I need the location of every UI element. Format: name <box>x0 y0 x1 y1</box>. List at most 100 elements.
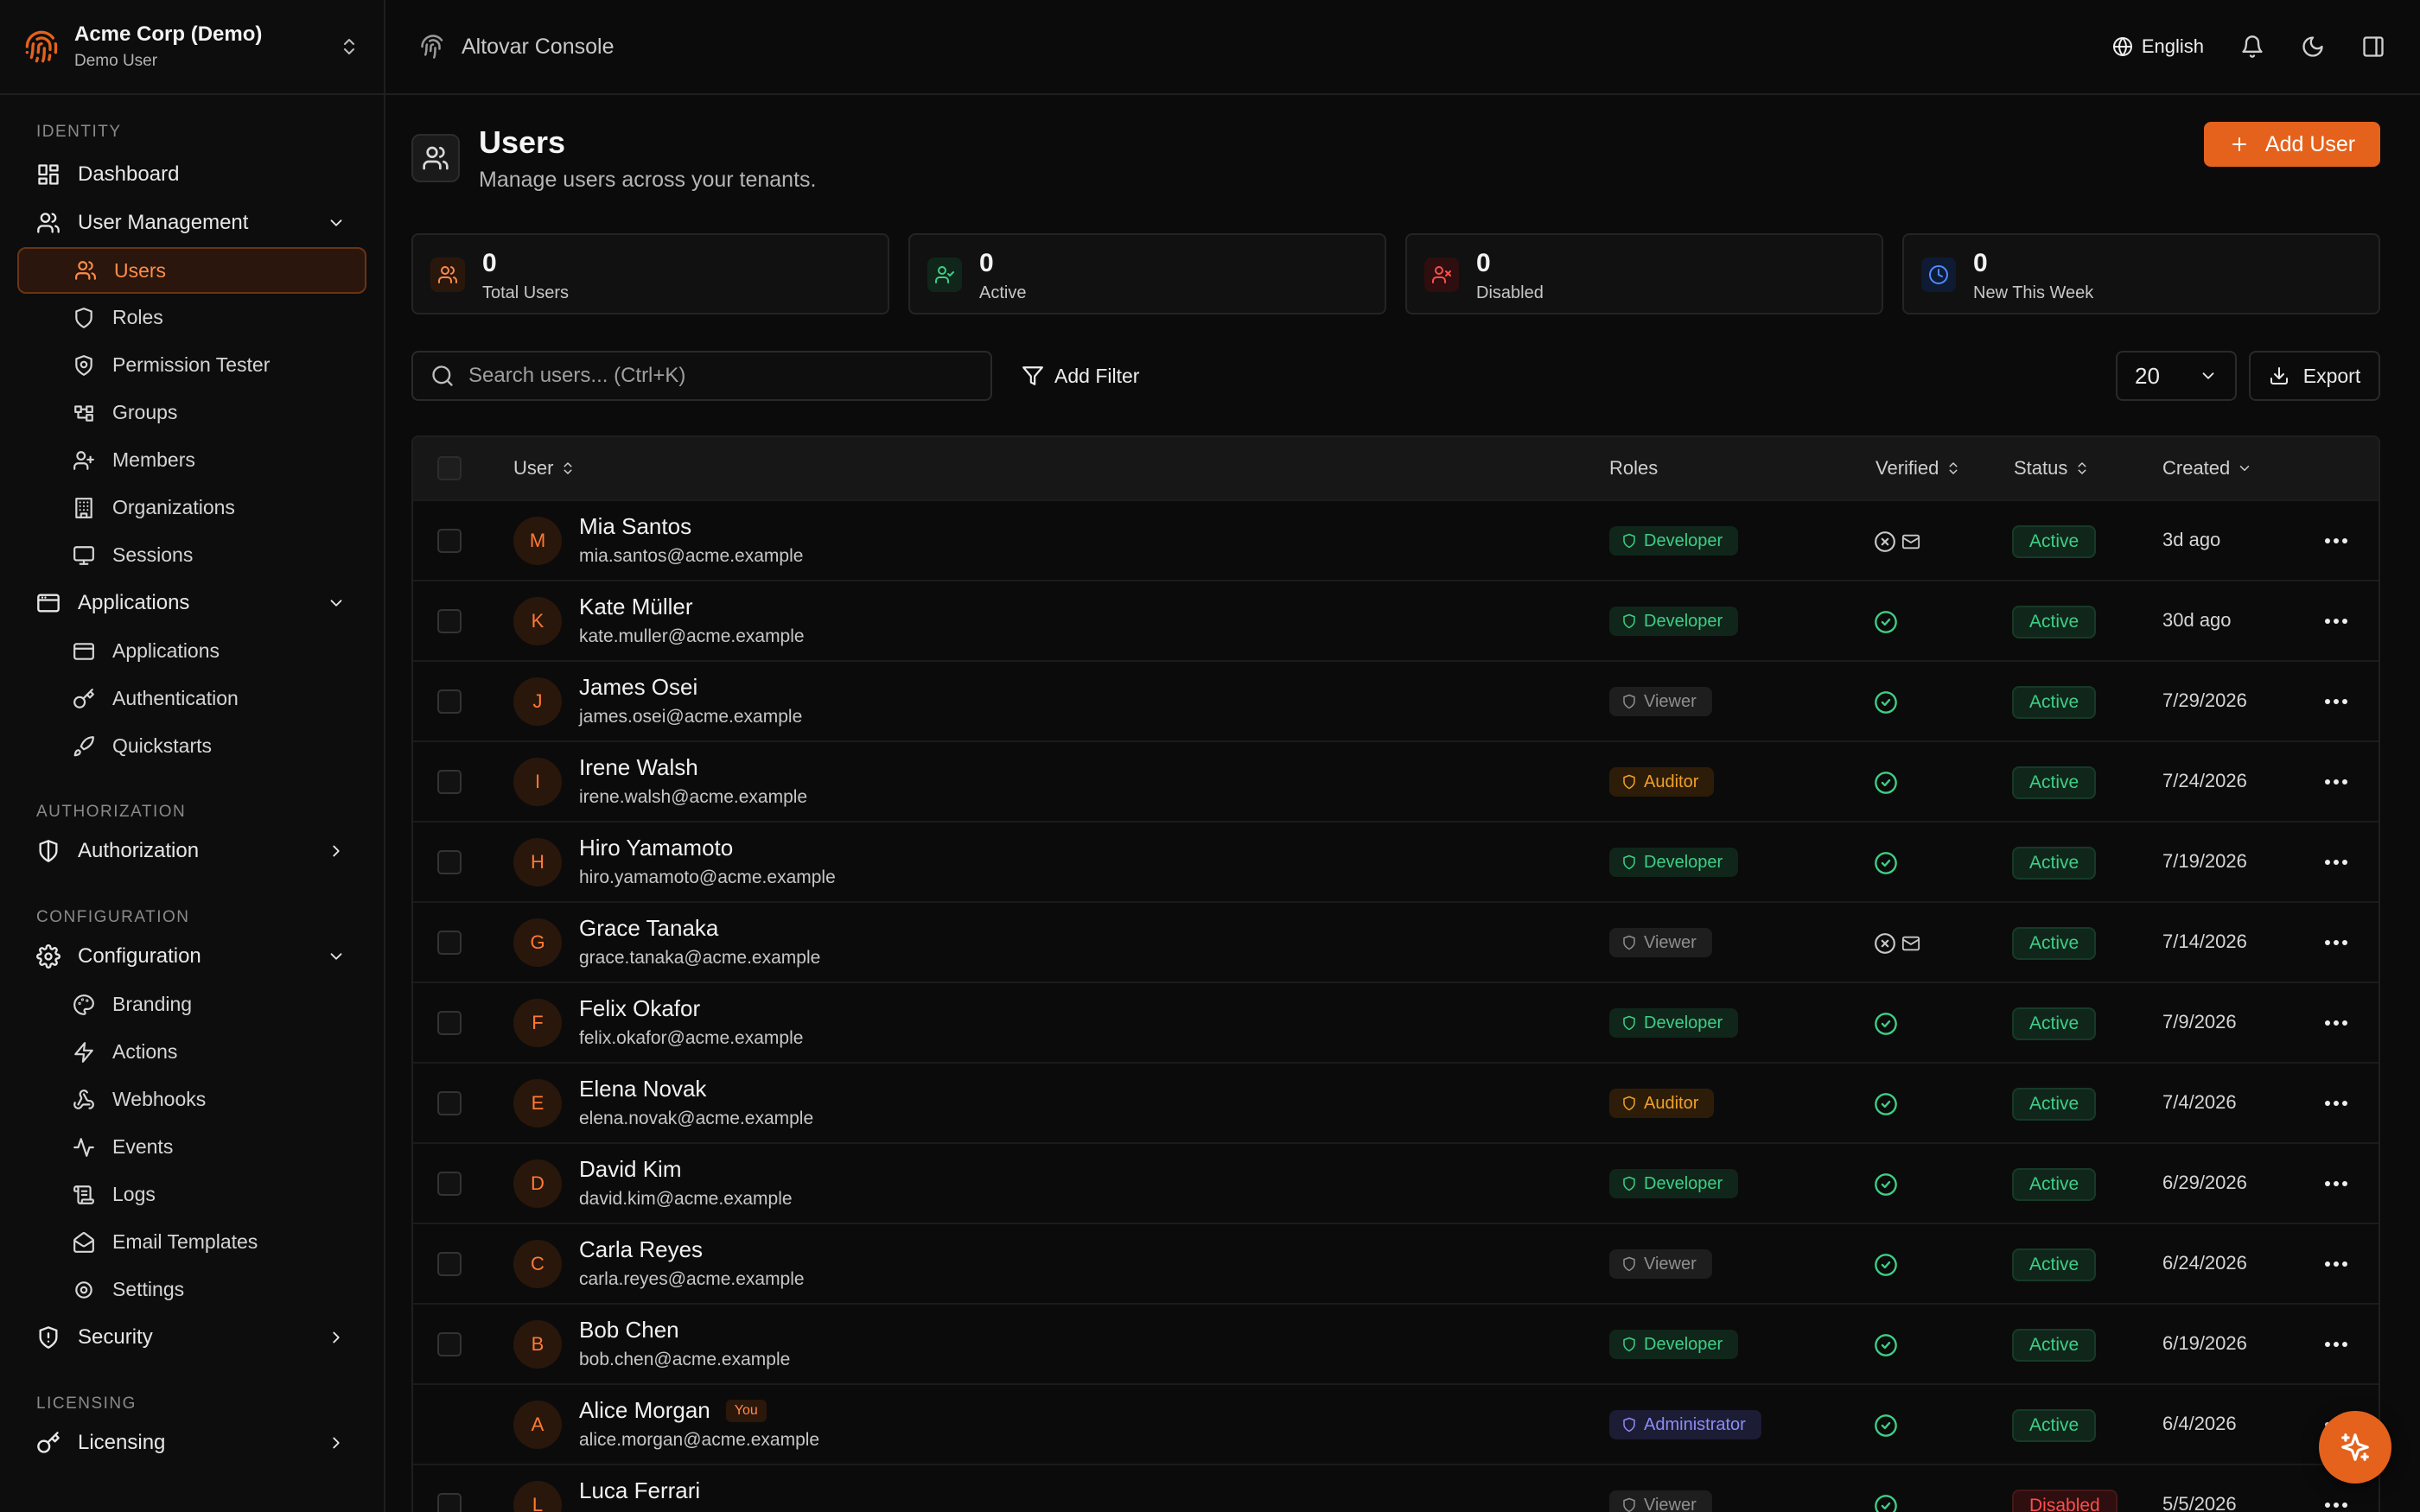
avatar: C <box>513 1240 562 1288</box>
user-name-cell[interactable]: Luca Ferrari <box>579 1477 700 1504</box>
role-label: Developer <box>1644 1334 1723 1354</box>
row-checkbox[interactable] <box>437 1332 462 1356</box>
user-name-cell[interactable]: Grace Tanaka <box>579 915 718 942</box>
user-name-cell[interactable]: Bob Chen <box>579 1317 679 1344</box>
sidebar-item-settings[interactable]: Settings <box>0 1266 384 1313</box>
row-actions-button[interactable] <box>2323 931 2349 954</box>
ai-assistant-button[interactable] <box>2319 1411 2391 1483</box>
language-selector[interactable]: English <box>2112 35 2204 58</box>
row-actions-button[interactable] <box>2323 1012 2349 1034</box>
row-checkbox[interactable] <box>437 1493 462 1512</box>
sidebar-item-organizations[interactable]: Organizations <box>0 484 384 531</box>
table-row[interactable]: C Carla Reyes carla.reyes@acme.example View… <box>413 1223 2379 1303</box>
nav-authorization[interactable]: Authorization <box>0 827 384 875</box>
sidebar-item-permission-tester[interactable]: Permission Tester <box>0 341 384 389</box>
row-actions-button[interactable] <box>2323 1494 2349 1512</box>
row-checkbox[interactable] <box>437 1091 462 1115</box>
sidebar-item-branding[interactable]: Branding <box>0 981 384 1028</box>
mail-icon[interactable] <box>1901 934 1920 953</box>
table-header: User Roles Verified Status Created <box>413 437 2379 499</box>
bell-icon[interactable] <box>2240 35 2264 59</box>
sidebar-item-users[interactable]: Users <box>17 247 366 294</box>
org-switcher[interactable]: Acme Corp (Demo) Demo User <box>0 0 384 95</box>
app-window-icon <box>73 642 94 660</box>
nav-user-management[interactable]: User Management <box>0 199 384 247</box>
add-filter-button[interactable]: Add Filter <box>1022 351 1139 401</box>
table-row[interactable]: A Alice Morgan You alice.morgan@acme.exampl… <box>413 1383 2379 1464</box>
user-name-cell[interactable]: David Kim <box>579 1156 681 1183</box>
table-row[interactable]: I Irene Walsh irene.walsh@acme.example Audi… <box>413 740 2379 821</box>
sidebar-item-events[interactable]: Events <box>0 1123 384 1171</box>
mail-icon[interactable] <box>1901 532 1920 551</box>
table-row[interactable]: LLuca Ferrariluca.ferrari@acme.exampleVi… <box>413 1464 2379 1512</box>
sidebar-item-members[interactable]: Members <box>0 436 384 484</box>
user-name-cell[interactable]: Mia Santos <box>579 513 691 540</box>
sidebar-item-applications[interactable]: Applications <box>0 627 384 675</box>
you-badge: You <box>725 1399 767 1422</box>
table-row[interactable]: K Kate Müller kate.muller@acme.example Deve… <box>413 580 2379 660</box>
sidebar-item-logs[interactable]: Logs <box>0 1171 384 1218</box>
select-all-checkbox[interactable] <box>437 456 462 480</box>
table-row[interactable]: M Mia Santos mia.santos@acme.example Develo… <box>413 499 2379 580</box>
row-actions-button[interactable] <box>2323 690 2349 713</box>
sidebar-item-roles[interactable]: Roles <box>0 294 384 341</box>
table-row[interactable]: D David Kim david.kim@acme.example Develope… <box>413 1142 2379 1223</box>
table-row[interactable]: B Bob Chen bob.chen@acme.example Developer A… <box>413 1303 2379 1383</box>
sidebar-item-sessions[interactable]: Sessions <box>0 531 384 579</box>
user-name-cell[interactable]: Carla Reyes <box>579 1236 703 1263</box>
column-header-status[interactable]: Status <box>2014 437 2090 499</box>
table-row[interactable]: E Elena Novak elena.novak@acme.example Audi… <box>413 1062 2379 1142</box>
row-checkbox[interactable] <box>437 931 462 955</box>
column-header-created[interactable]: Created <box>2162 437 2252 499</box>
table-row[interactable]: H Hiro Yamamoto hiro.yamamoto@acme.example… <box>413 821 2379 901</box>
nav-dashboard[interactable]: Dashboard <box>0 150 384 199</box>
row-checkbox[interactable] <box>437 770 462 794</box>
row-checkbox[interactable] <box>437 689 462 714</box>
user-name-cell[interactable]: Felix Okafor <box>579 995 700 1022</box>
nav-configuration[interactable]: Configuration <box>0 932 384 981</box>
user-name-cell[interactable]: Elena Novak <box>579 1076 706 1102</box>
panel-toggle-icon[interactable] <box>2361 35 2385 59</box>
row-actions-button[interactable] <box>2323 1172 2349 1195</box>
nav-licensing[interactable]: Licensing <box>0 1419 384 1467</box>
row-actions-button[interactable] <box>2323 530 2349 552</box>
row-actions-button[interactable] <box>2323 1253 2349 1275</box>
nav-applications[interactable]: Applications <box>0 579 384 627</box>
sidebar-item-authentication[interactable]: Authentication <box>0 675 384 722</box>
row-checkbox[interactable] <box>437 1011 462 1035</box>
row-checkbox[interactable] <box>437 1172 462 1196</box>
user-name-cell[interactable]: Hiro Yamamoto <box>579 835 733 861</box>
table-row[interactable]: F Felix Okafor felix.okafor@acme.example De… <box>413 982 2379 1062</box>
sidebar-item-groups[interactable]: Groups <box>0 389 384 436</box>
row-actions-button[interactable] <box>2323 851 2349 874</box>
nav-security[interactable]: Security <box>0 1313 384 1362</box>
sidebar-item-quickstarts[interactable]: Quickstarts <box>0 722 384 770</box>
page-size-select[interactable]: 20 <box>2116 351 2237 401</box>
user-name-cell[interactable]: James Osei <box>579 674 697 701</box>
rocket-icon <box>73 735 94 756</box>
search-box[interactable] <box>411 351 992 401</box>
moon-icon[interactable] <box>2301 35 2325 59</box>
table-row[interactable]: J James Osei james.osei@acme.example Viewer… <box>413 660 2379 740</box>
search-input[interactable] <box>468 364 970 388</box>
user-name: Carla Reyes <box>579 1236 704 1262</box>
row-actions-button[interactable] <box>2323 771 2349 793</box>
row-actions-button[interactable] <box>2323 610 2349 632</box>
sidebar-item-webhooks[interactable]: Webhooks <box>0 1076 384 1123</box>
row-actions-button[interactable] <box>2323 1092 2349 1115</box>
user-name-cell[interactable]: Alice Morgan You <box>579 1397 767 1424</box>
row-checkbox[interactable] <box>437 529 462 553</box>
sidebar-item-actions[interactable]: Actions <box>0 1028 384 1076</box>
user-name-cell[interactable]: Kate Müller <box>579 594 693 620</box>
table-row[interactable]: G Grace Tanaka grace.tanaka@acme.example Vi… <box>413 901 2379 982</box>
row-checkbox[interactable] <box>437 1252 462 1276</box>
row-checkbox[interactable] <box>437 850 462 874</box>
row-checkbox[interactable] <box>437 609 462 633</box>
row-actions-button[interactable] <box>2323 1333 2349 1356</box>
user-name-cell[interactable]: Irene Walsh <box>579 754 698 781</box>
export-button[interactable]: Export <box>2249 351 2380 401</box>
add-user-button[interactable]: Add User <box>2204 122 2380 167</box>
column-header-verified[interactable]: Verified <box>1876 437 1961 499</box>
column-header-user[interactable]: User <box>513 437 576 499</box>
sidebar-item-email-templates[interactable]: Email Templates <box>0 1218 384 1266</box>
